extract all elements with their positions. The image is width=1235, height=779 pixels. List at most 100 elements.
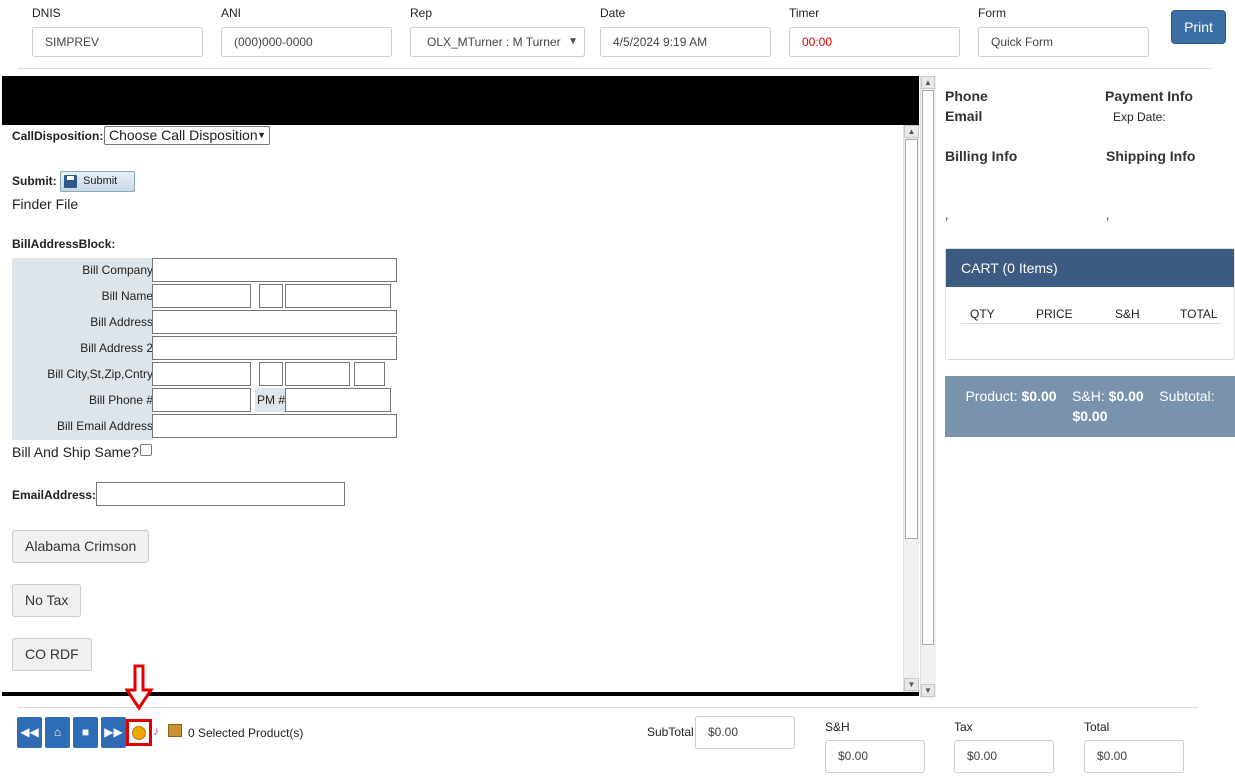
- scroll-up-icon[interactable]: ▲: [921, 76, 935, 89]
- fast-forward-icon: ▶▶: [104, 725, 123, 739]
- footer-tax-field[interactable]: $0.00: [954, 740, 1054, 773]
- email-address-input[interactable]: [96, 482, 345, 506]
- scroll-down-icon[interactable]: ▼: [904, 678, 919, 691]
- inner-scroll-thumb[interactable]: [905, 139, 918, 539]
- billing-info-label: Billing Info: [945, 148, 1018, 164]
- form-banner: [2, 76, 919, 125]
- form-label: Form: [978, 6, 1006, 20]
- product-total-label: Product:: [965, 388, 1018, 404]
- finder-file-text: Finder File: [12, 196, 79, 212]
- header-divider: [18, 68, 1212, 69]
- bill-country-input[interactable]: [354, 362, 385, 386]
- bill-ship-same-checkbox[interactable]: [140, 444, 152, 456]
- ani-field[interactable]: (000)000-0000: [221, 27, 392, 57]
- bill-company-label: Bill Company: [82, 263, 153, 277]
- sh-total-label: S&H:: [1072, 388, 1105, 404]
- inner-scrollbar[interactable]: ▲ ▼: [903, 125, 919, 693]
- shipping-comma: ,: [1106, 208, 1110, 222]
- bill-middle-initial-input[interactable]: [259, 284, 283, 308]
- ani-label: ANI: [221, 6, 242, 20]
- bill-state-input[interactable]: [259, 362, 283, 386]
- bill-address2-label: Bill Address 2: [80, 341, 153, 355]
- bill-email-label: Bill Email Address: [56, 419, 153, 433]
- phone-label: Phone: [945, 88, 988, 104]
- subtotal-label: Subtotal:: [1159, 388, 1215, 404]
- submit-button-label: Submit: [83, 175, 118, 187]
- call-disposition-label: CallDisposition:: [12, 129, 104, 143]
- date-label: Date: [600, 6, 626, 20]
- scroll-up-icon[interactable]: ▲: [904, 125, 919, 138]
- home-button[interactable]: ⌂: [45, 717, 70, 748]
- bill-email-input[interactable]: [152, 414, 397, 438]
- subtotal-value: $0.00: [1072, 408, 1108, 424]
- chevron-down-icon: ▼: [568, 36, 578, 47]
- email-address-label: EmailAddress:: [12, 488, 97, 502]
- music-note-icon[interactable]: ♪: [153, 724, 159, 738]
- bill-phone-label: Bill Phone #: [88, 393, 153, 407]
- bill-ship-same-label: Bill And Ship Same?: [12, 444, 139, 460]
- bill-zip-input[interactable]: [285, 362, 350, 386]
- footer-divider: [18, 707, 1198, 708]
- bill-name-label: Bill Name: [101, 289, 153, 303]
- package-icon[interactable]: [168, 724, 182, 737]
- submit-label: Submit:: [12, 174, 57, 188]
- forward-button[interactable]: ▶▶: [101, 717, 126, 748]
- dnis-field[interactable]: SIMPREV: [32, 27, 203, 57]
- rep-select-value: OLX_MTurner : M Turner: [427, 35, 561, 49]
- form-frame: CallDisposition: Choose Call Disposition…: [2, 76, 919, 696]
- footer-total-field[interactable]: $0.00: [1084, 740, 1184, 773]
- timer-label: Timer: [789, 6, 820, 20]
- cart-col-sh: S&H: [1115, 307, 1140, 321]
- billing-comma: ,: [945, 208, 949, 222]
- co-rdf-button[interactable]: CO RDF: [12, 638, 92, 671]
- no-tax-button[interactable]: No Tax: [12, 584, 82, 617]
- bill-first-name-input[interactable]: [152, 284, 251, 308]
- submit-button[interactable]: Submit: [60, 171, 135, 192]
- bill-last-name-input[interactable]: [285, 284, 391, 308]
- bill-city-label: Bill City,St,Zip,Cntry: [47, 367, 153, 381]
- call-disposition-value: Choose Call Disposition: [109, 127, 258, 143]
- form-field[interactable]: Quick Form: [978, 27, 1149, 57]
- bill-address-input[interactable]: [152, 310, 397, 334]
- coin-icon[interactable]: [132, 726, 146, 740]
- call-disposition-select[interactable]: Choose Call Disposition ▼: [104, 126, 270, 145]
- footer-total-label: Total: [1084, 720, 1110, 734]
- timer-field: 00:00: [789, 27, 960, 57]
- rewind-icon: ◀◀: [20, 725, 39, 739]
- scroll-down-icon[interactable]: ▼: [921, 684, 935, 697]
- cart-title: CART (0 Items): [946, 249, 1234, 287]
- payment-info-label: Payment Info: [1105, 88, 1193, 104]
- pm-input[interactable]: [285, 388, 391, 412]
- footer-sh-field[interactable]: $0.00: [825, 740, 925, 773]
- print-button[interactable]: Print: [1171, 10, 1226, 44]
- bill-block-label: BillAddressBlock:: [12, 237, 116, 251]
- cart-col-qty: QTY: [970, 307, 995, 321]
- chevron-down-icon: ▼: [257, 130, 266, 140]
- bill-city-input[interactable]: [152, 362, 251, 386]
- product-total-value: $0.00: [1021, 388, 1057, 404]
- outer-scroll-thumb[interactable]: [922, 90, 934, 645]
- shipping-info-label: Shipping Info: [1106, 148, 1196, 164]
- alabama-crimson-button[interactable]: Alabama Crimson: [12, 530, 150, 563]
- red-arrow-annotation-icon: [125, 664, 154, 711]
- stop-button[interactable]: ■: [73, 717, 98, 748]
- rep-select[interactable]: OLX_MTurner : M Turner ▼: [410, 27, 585, 57]
- footer-subtotal-field[interactable]: $0.00: [695, 716, 795, 749]
- bill-company-input[interactable]: [152, 258, 397, 282]
- first-button[interactable]: ◀◀: [17, 717, 42, 748]
- highlight-box: [126, 719, 152, 746]
- sh-total-value: $0.00: [1108, 388, 1144, 404]
- bill-address-block: Bill Company Bill Name Bill Address Bill…: [12, 258, 153, 440]
- selected-products-text: 0 Selected Product(s): [188, 726, 304, 740]
- date-field[interactable]: 4/5/2024 9:19 AM: [600, 27, 771, 57]
- bill-phone-input[interactable]: [152, 388, 251, 412]
- footer-sh-label: S&H: [825, 720, 850, 734]
- footer-subtotal-label: SubTotal: [647, 725, 694, 739]
- footer-tax-label: Tax: [954, 720, 973, 734]
- cart-panel: CART (0 Items) QTY PRICE S&H TOTAL: [945, 248, 1235, 360]
- bill-address2-input[interactable]: [152, 336, 397, 360]
- cart-col-total: TOTAL: [1180, 307, 1218, 321]
- outer-scrollbar[interactable]: ▲ ▼: [920, 76, 936, 698]
- save-disk-icon: [64, 175, 77, 188]
- dnis-label: DNIS: [32, 6, 61, 20]
